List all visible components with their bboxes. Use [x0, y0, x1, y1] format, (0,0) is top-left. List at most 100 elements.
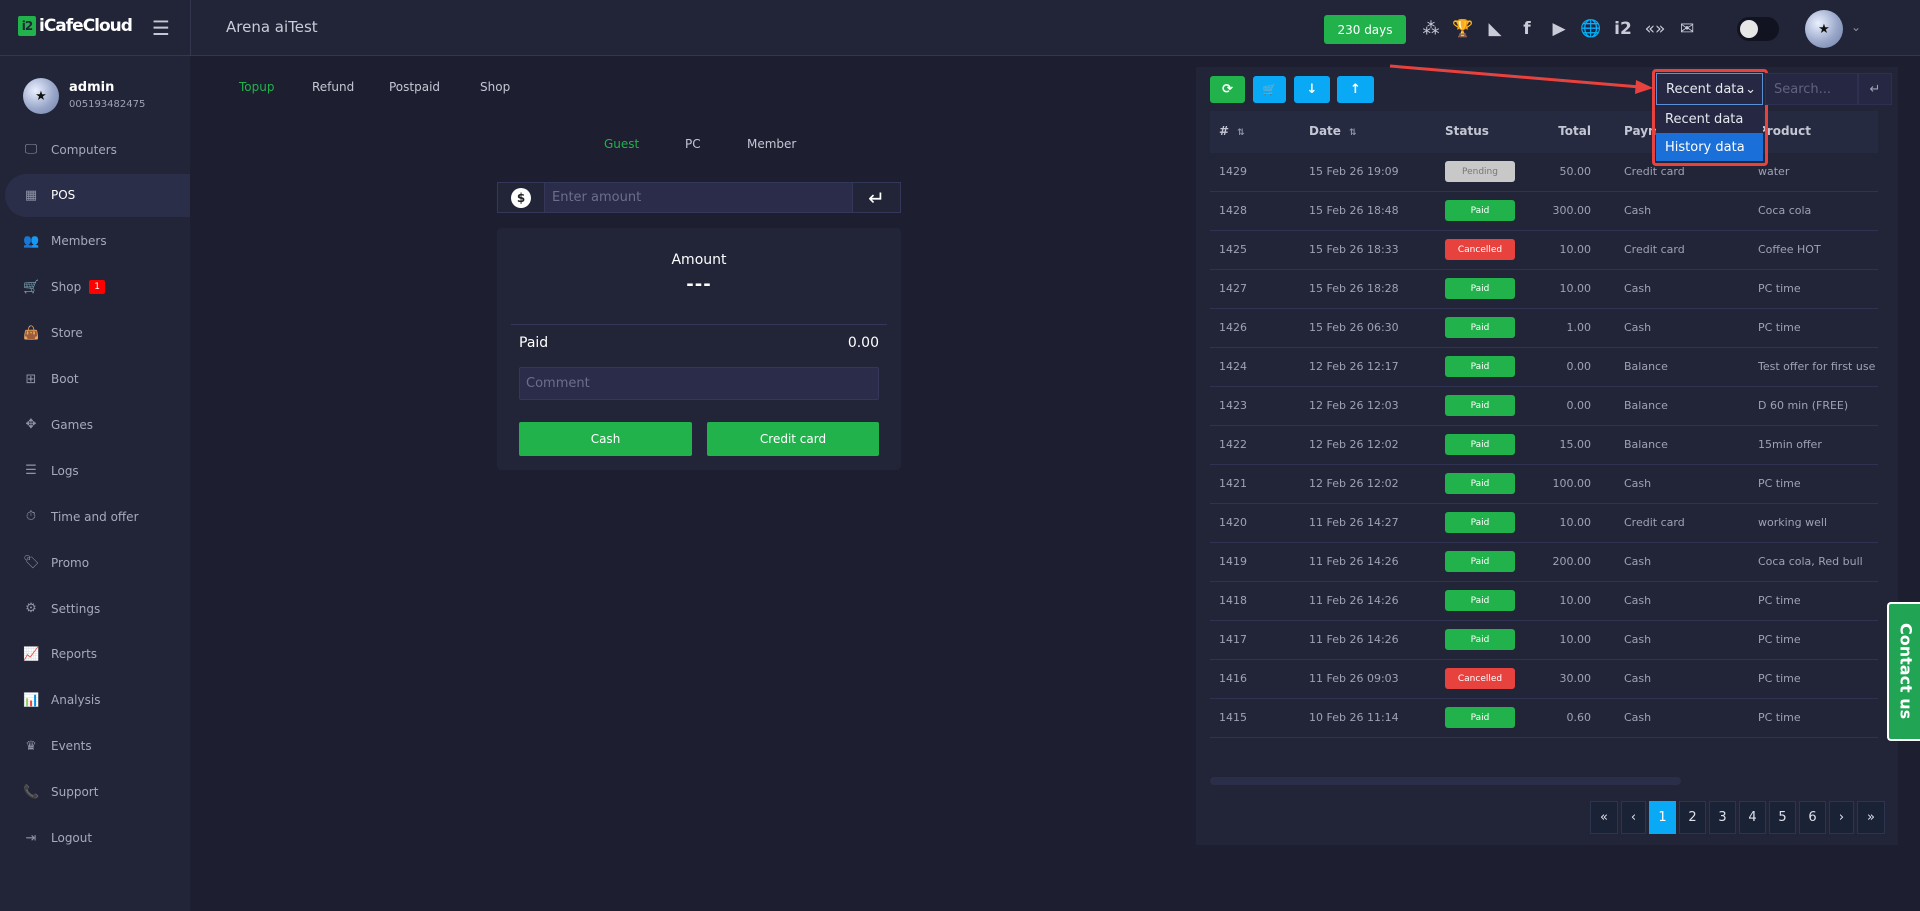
- facebook-icon[interactable]: f: [1516, 19, 1538, 39]
- chevron-down-icon[interactable]: ⌄: [1851, 20, 1861, 34]
- sidebar-item-label: Store: [51, 326, 83, 341]
- enter-button[interactable]: ↵: [852, 183, 900, 212]
- sort-down-button[interactable]: ↓: [1294, 76, 1330, 103]
- table-row[interactable]: 1425 15 Feb 26 18:33 Cancelled 10.00 Cre…: [1210, 231, 1878, 270]
- events-icon: ♛: [25, 738, 37, 754]
- subtab-pc[interactable]: PC: [685, 137, 701, 151]
- table-row[interactable]: 1424 12 Feb 26 12:17 Paid 0.00 Balance T…: [1210, 348, 1878, 387]
- page-last-button[interactable]: »: [1857, 801, 1885, 834]
- license-days-button[interactable]: 230 days: [1324, 15, 1406, 44]
- sidebar-item-analysis[interactable]: 📊 Analysis: [5, 679, 190, 722]
- shop-icon: 🛒: [23, 279, 40, 295]
- table-row[interactable]: 1421 12 Feb 26 12:02 Paid 100.00 Cash PC…: [1210, 465, 1878, 504]
- sidebar-item-games[interactable]: ✥ Games: [5, 403, 190, 446]
- amount-value: ---: [686, 274, 712, 295]
- refresh-button[interactable]: ⟳: [1210, 76, 1245, 103]
- games-icon: ✥: [25, 417, 37, 433]
- tab-postpaid[interactable]: Postpaid: [389, 80, 440, 94]
- order-date: 12 Feb 26 12:17: [1309, 360, 1399, 373]
- table-row[interactable]: 1416 11 Feb 26 09:03 Cancelled 30.00 Cas…: [1210, 660, 1878, 699]
- order-date: 12 Feb 26 12:02: [1309, 438, 1399, 451]
- table-row[interactable]: 1429 15 Feb 26 19:09 Pending 50.00 Credi…: [1210, 153, 1878, 192]
- sidebar-item-reports[interactable]: 📈 Reports: [5, 633, 190, 676]
- sidebar-item-promo[interactable]: 🏷 Promo: [5, 541, 190, 584]
- horizontal-scrollbar[interactable]: [1210, 777, 1681, 785]
- page-4-button[interactable]: 4: [1739, 801, 1766, 834]
- header-avatar[interactable]: ★: [1805, 10, 1843, 48]
- tab-refund[interactable]: Refund: [312, 80, 354, 94]
- order-product: 15min offer: [1758, 438, 1822, 451]
- column-id[interactable]: # ⇅: [1219, 124, 1245, 138]
- tab-topup[interactable]: Topup: [239, 80, 274, 94]
- table-row[interactable]: 1422 12 Feb 26 12:02 Paid 15.00 Balance …: [1210, 426, 1878, 465]
- brand-icon[interactable]: «»: [1644, 19, 1666, 39]
- table-row[interactable]: 1420 11 Feb 26 14:27 Paid 10.00 Credit c…: [1210, 504, 1878, 543]
- hamburger-menu-icon[interactable]: ☰: [152, 16, 170, 40]
- sidebar-item-logout[interactable]: ⇥ Logout: [5, 817, 190, 860]
- sidebar-item-store[interactable]: 👜 Store: [5, 312, 190, 355]
- column-date[interactable]: Date ⇅: [1309, 124, 1356, 138]
- amount-input[interactable]: [545, 183, 852, 212]
- sidebar-item-shop[interactable]: 🛒 Shop 1: [5, 266, 190, 309]
- search-input[interactable]: [1765, 73, 1858, 105]
- contact-us-tab[interactable]: Contact us: [1887, 602, 1920, 741]
- order-payment: Credit card: [1624, 516, 1685, 529]
- sidebar-item-logs[interactable]: ☰ Logs: [5, 449, 190, 492]
- order-date: 11 Feb 26 14:26: [1309, 555, 1399, 568]
- tab-shop[interactable]: Shop: [480, 80, 510, 94]
- comment-input[interactable]: [519, 367, 879, 400]
- mail-icon[interactable]: ✉: [1676, 19, 1698, 39]
- sidebar-item-computers[interactable]: 🖵 Computers: [5, 128, 190, 171]
- arrow-up-icon: ↑: [1350, 82, 1361, 97]
- table-row[interactable]: 1417 11 Feb 26 14:26 Paid 10.00 Cash PC …: [1210, 621, 1878, 660]
- order-payment: Cash: [1624, 321, 1652, 334]
- cart-button[interactable]: 🛒: [1253, 76, 1286, 103]
- cash-button[interactable]: Cash: [519, 422, 692, 456]
- table-row[interactable]: 1415 10 Feb 26 11:14 Paid 0.60 Cash PC t…: [1210, 699, 1878, 738]
- globe-icon[interactable]: 🌐: [1580, 19, 1602, 39]
- table-row[interactable]: 1423 12 Feb 26 12:03 Paid 0.00 Balance D…: [1210, 387, 1878, 426]
- time-and-offer-icon: ⏱: [25, 509, 37, 525]
- order-id: 1419: [1219, 555, 1247, 568]
- members-icon: 👥: [23, 233, 40, 249]
- page-2-button[interactable]: 2: [1679, 801, 1706, 834]
- page-3-button[interactable]: 3: [1709, 801, 1736, 834]
- subtab-member[interactable]: Member: [747, 137, 796, 151]
- page-next-button[interactable]: ›: [1829, 801, 1854, 834]
- table-row[interactable]: 1419 11 Feb 26 14:26 Paid 200.00 Cash Co…: [1210, 543, 1878, 582]
- sidebar-item-time-and-offer[interactable]: ⏱ Time and offer: [5, 495, 190, 538]
- sidebar-item-support[interactable]: 📞 Support: [5, 771, 190, 814]
- page-6-button[interactable]: 6: [1799, 801, 1826, 834]
- table-row[interactable]: 1418 11 Feb 26 14:26 Paid 10.00 Cash PC …: [1210, 582, 1878, 621]
- icafe-icon[interactable]: i2: [1612, 19, 1634, 39]
- page-prev-button[interactable]: ‹: [1621, 801, 1646, 834]
- order-payment: Cash: [1624, 477, 1652, 490]
- sidebar-item-members[interactable]: 👥 Members: [5, 220, 190, 263]
- youtube-icon[interactable]: ▶: [1548, 19, 1570, 39]
- subtab-guest[interactable]: Guest: [604, 137, 639, 151]
- enter-icon: ↵: [868, 185, 885, 210]
- ranking-icon[interactable]: ⁂: [1420, 19, 1442, 39]
- page-5-button[interactable]: 5: [1769, 801, 1796, 834]
- theme-toggle[interactable]: [1737, 17, 1779, 41]
- reports-icon: 📈: [23, 646, 40, 662]
- search-submit-button[interactable]: ↵: [1858, 73, 1892, 105]
- page-1-button[interactable]: 1: [1649, 801, 1676, 834]
- table-row[interactable]: 1428 15 Feb 26 18:48 Paid 300.00 Cash Co…: [1210, 192, 1878, 231]
- rss-icon[interactable]: ◣: [1484, 19, 1506, 39]
- sort-icon[interactable]: ⇅: [1349, 128, 1357, 138]
- sidebar-item-pos[interactable]: ▦ POS: [5, 173, 190, 217]
- sidebar-item-boot[interactable]: ⊞ Boot: [5, 358, 190, 401]
- table-row[interactable]: 1427 15 Feb 26 18:28 Paid 10.00 Cash PC …: [1210, 270, 1878, 309]
- logo[interactable]: i2 iCafeCloud: [18, 16, 133, 36]
- trophy-icon[interactable]: 🏆: [1452, 19, 1474, 39]
- sidebar-item-events[interactable]: ♛ Events: [5, 725, 190, 768]
- user-avatar: ★: [23, 78, 59, 114]
- sort-icon[interactable]: ⇅: [1237, 128, 1245, 138]
- sort-up-button[interactable]: ↑: [1337, 76, 1374, 103]
- order-id: 1429: [1219, 165, 1247, 178]
- table-row[interactable]: 1426 15 Feb 26 06:30 Paid 1.00 Cash PC t…: [1210, 309, 1878, 348]
- sidebar-item-settings[interactable]: ⚙ Settings: [5, 587, 190, 630]
- credit-card-button[interactable]: Credit card: [707, 422, 879, 456]
- page-first-button[interactable]: «: [1590, 801, 1618, 834]
